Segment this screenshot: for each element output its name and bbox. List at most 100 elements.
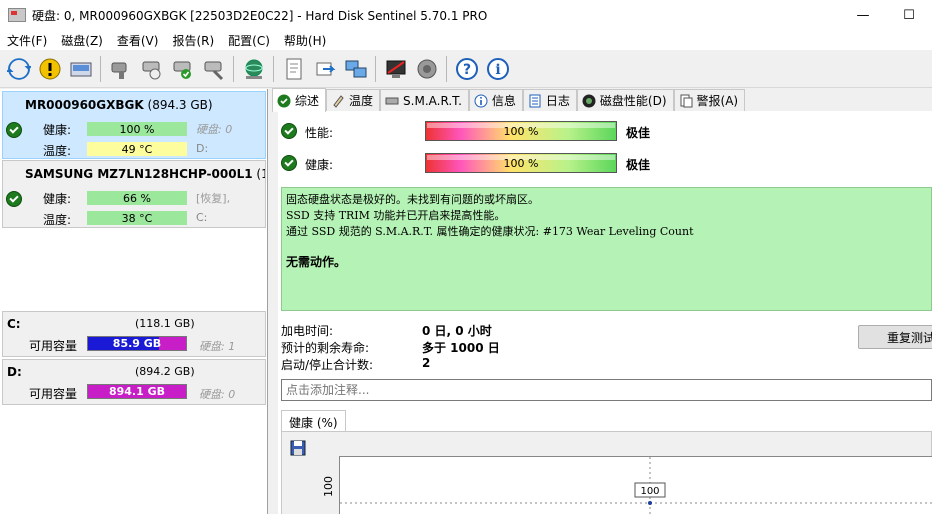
title-bar: 硬盘: 0, MR000960GXBGK [22503D2E0C22] - Ha… bbox=[0, 0, 932, 30]
tab-health-chart[interactable]: 健康 (%) bbox=[281, 410, 346, 432]
temperature-bar: 49 °C bbox=[87, 142, 187, 156]
health-bar: 100 % bbox=[425, 153, 617, 173]
tab-alerts[interactable]: 警报(A) bbox=[673, 89, 746, 111]
disk-repair-icon[interactable] bbox=[199, 54, 228, 84]
free-space-value: 85.9 GB bbox=[112, 337, 162, 350]
sound-icon[interactable] bbox=[412, 54, 441, 84]
globe-icon[interactable] bbox=[239, 54, 268, 84]
volume-letter: C: bbox=[7, 317, 21, 331]
recommended-action: 无需动作。 bbox=[286, 255, 347, 269]
performance-value: 100 % bbox=[503, 124, 539, 138]
alert-monitor-icon[interactable] bbox=[381, 54, 410, 84]
health-plot-svg: 100 bbox=[340, 457, 932, 514]
disk-card-1[interactable]: SAMSUNG MZ7LN128HCHP-000L1 (119.2 G 健康: … bbox=[2, 160, 266, 228]
free-space-bar: 85.9 GB bbox=[87, 336, 187, 351]
note-input[interactable] bbox=[281, 379, 932, 401]
status-message-box: 固态硬盘状态是极好的。未找到有问题的或坏扇区。 SSD 支持 TRIM 功能并已… bbox=[281, 187, 932, 311]
performance-rating: 极佳 bbox=[626, 126, 651, 140]
toolbar-separator bbox=[100, 55, 101, 82]
disk-title: SAMSUNG MZ7LN128HCHP-000L1 (119.2 G bbox=[25, 167, 265, 181]
disk-info-icon[interactable] bbox=[66, 54, 95, 84]
ok-check-icon bbox=[281, 123, 297, 139]
free-space-label: 可用容量 bbox=[29, 387, 78, 401]
tab-label: 磁盘性能(D) bbox=[599, 94, 667, 108]
tab-temperature[interactable]: 温度 bbox=[326, 89, 381, 111]
tab-overview[interactable]: 综述 bbox=[272, 88, 327, 112]
disk-test-icon[interactable] bbox=[137, 54, 166, 84]
tab-disk-performance[interactable]: 磁盘性能(D) bbox=[576, 89, 674, 111]
performance-bar: 100 % bbox=[425, 121, 617, 141]
free-space-bar: 894.1 GB bbox=[87, 384, 187, 399]
drive-letter: D: bbox=[196, 142, 209, 155]
window-title: 硬盘: 0, MR000960GXBGK [22503D2E0C22] - Ha… bbox=[32, 8, 488, 23]
smart-disk-icon bbox=[385, 94, 399, 108]
disk-name: MR000960GXBGK bbox=[25, 98, 144, 112]
health-label: 健康: bbox=[43, 123, 72, 137]
disk-check-icon[interactable] bbox=[168, 54, 197, 84]
ok-check-icon bbox=[281, 155, 297, 171]
tab-smart[interactable]: S.M.A.R.T. bbox=[380, 89, 469, 111]
info-icon[interactable]: i bbox=[483, 54, 512, 84]
report-icon[interactable] bbox=[279, 54, 308, 84]
health-bar: 66 % bbox=[87, 191, 187, 205]
minimize-button[interactable]: — bbox=[840, 0, 886, 30]
volume-card-c[interactable]: C: (118.1 GB) 可用容量 85.9 GB 硬盘: 1 bbox=[2, 311, 266, 357]
health-plot: 100 bbox=[339, 456, 932, 514]
ok-check-icon bbox=[6, 122, 22, 138]
health-chart-area: 100 100 bbox=[281, 431, 932, 514]
ok-check-icon bbox=[6, 191, 22, 207]
volume-card-d[interactable]: D: (894.2 GB) 可用容量 894.1 GB 硬盘: 0 bbox=[2, 359, 266, 405]
warning-icon[interactable] bbox=[35, 54, 64, 84]
remaining-life-value: 多于 1000 日 bbox=[422, 341, 500, 355]
temperature-label: 温度: bbox=[43, 213, 72, 227]
menu-file[interactable]: 文件(F) bbox=[0, 32, 54, 49]
menu-bar: 文件(F) 磁盘(Z) 查看(V) 报告(R) 配置(C) 帮助(H) bbox=[0, 30, 932, 50]
details-panel: 综述 温度 S.M.A.R.T. 信息 日志 磁盘性能(D) 警报(A) 性能:… bbox=[272, 88, 932, 514]
menu-config[interactable]: 配置(C) bbox=[221, 32, 277, 49]
disk-number: 硬盘: 1 bbox=[199, 340, 236, 353]
disk-card-0[interactable]: MR000960GXBGK (894.3 GB) 健康: 100 % 硬盘: 0… bbox=[2, 91, 266, 159]
menu-report[interactable]: 报告(R) bbox=[165, 32, 221, 49]
disk-number: 硬盘: 0 bbox=[196, 123, 233, 136]
disk-list-panel: MR000960GXBGK (894.3 GB) 健康: 100 % 硬盘: 0… bbox=[0, 89, 268, 514]
refresh-icon[interactable] bbox=[4, 54, 33, 84]
ok-check-icon bbox=[277, 94, 291, 108]
app-disk-icon bbox=[8, 8, 26, 22]
disk-number: 硬盘: 0 bbox=[199, 388, 236, 401]
tab-log[interactable]: 日志 bbox=[522, 89, 577, 111]
status-message-line: 固态硬盘状态是极好的。未找到有问题的或坏扇区。 bbox=[286, 193, 539, 206]
svg-text:?: ? bbox=[462, 62, 470, 78]
menu-view[interactable]: 查看(V) bbox=[110, 32, 166, 49]
volume-letter: D: bbox=[7, 365, 22, 379]
maximize-button[interactable]: ☐ bbox=[886, 0, 932, 30]
tab-label: 综述 bbox=[295, 94, 320, 108]
recovered-note: [恢复], bbox=[196, 192, 231, 205]
repeat-test-button[interactable]: 重复测试 bbox=[858, 325, 932, 349]
help-icon[interactable]: ? bbox=[452, 54, 481, 84]
disk-tool-icon[interactable] bbox=[106, 54, 135, 84]
menu-help[interactable]: 帮助(H) bbox=[277, 32, 333, 49]
network-icon[interactable] bbox=[341, 54, 370, 84]
health-rating: 极佳 bbox=[626, 158, 651, 172]
tab-information[interactable]: 信息 bbox=[468, 89, 523, 111]
status-message-line: SSD 支持 TRIM 功能并已开启来提高性能。 bbox=[286, 209, 506, 222]
toolbar-separator bbox=[375, 55, 376, 82]
info-icon bbox=[474, 94, 488, 108]
thermometer-icon bbox=[331, 94, 345, 108]
alert-document-icon bbox=[679, 94, 693, 108]
health-bar: 100 % bbox=[87, 122, 187, 136]
send-report-icon[interactable] bbox=[310, 54, 339, 84]
tab-label: 日志 bbox=[545, 94, 570, 108]
remaining-life-label: 预计的剩余寿命: bbox=[281, 341, 370, 355]
tab-label: S.M.A.R.T. bbox=[403, 93, 462, 108]
save-icon[interactable] bbox=[290, 440, 306, 456]
start-stop-count-label: 启动/停止合计数: bbox=[281, 358, 374, 372]
temperature-label: 温度: bbox=[43, 144, 72, 158]
menu-disk[interactable]: 磁盘(Z) bbox=[54, 32, 110, 49]
toolbar-separator bbox=[273, 55, 274, 82]
volume-size: (118.1 GB) bbox=[135, 317, 195, 330]
tab-label: 警报(A) bbox=[696, 94, 739, 108]
start-stop-count-value: 2 bbox=[422, 356, 431, 370]
status-message-line: 通过 SSD 规范的 S.M.A.R.T. 属性确定的健康状况: #173 We… bbox=[286, 225, 694, 238]
y-axis-tick-label: 100 bbox=[322, 476, 335, 497]
